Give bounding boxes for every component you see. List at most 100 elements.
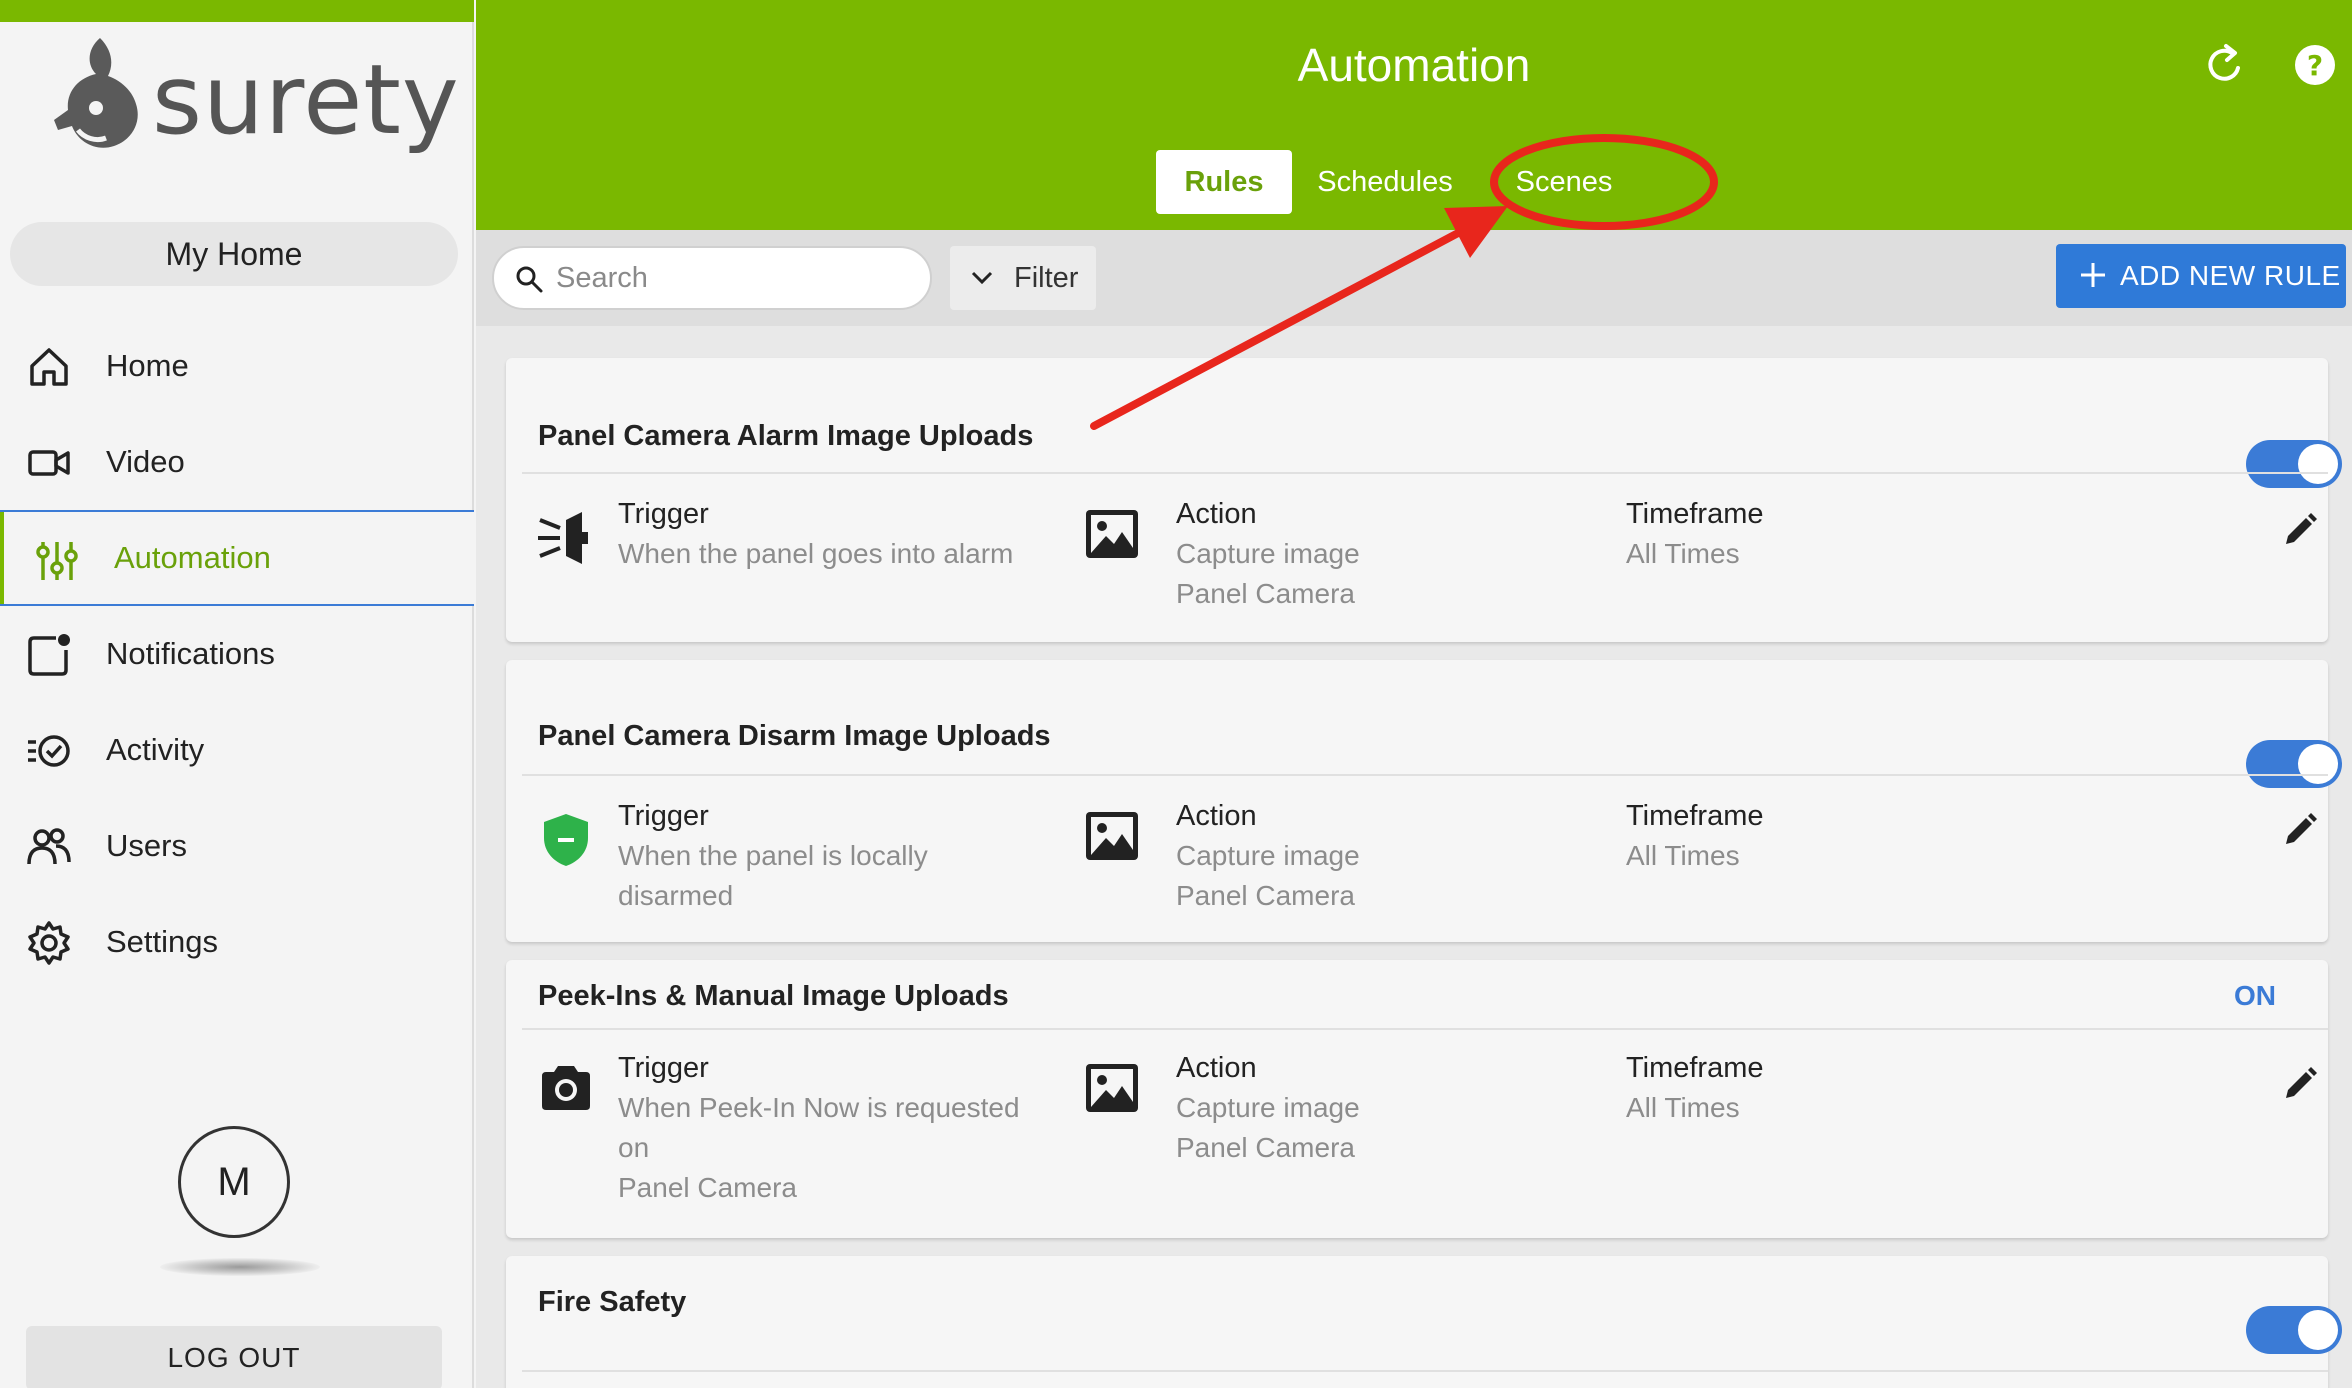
- sidebar: surety My Home Home Video Automation Not…: [0, 0, 474, 1388]
- action-text: Capture image: [1176, 538, 1360, 569]
- gear-icon: [28, 921, 70, 965]
- timeframe-column: Timeframe All Times: [1626, 796, 1764, 876]
- trigger-label: Trigger: [618, 800, 709, 832]
- blurred-username: [160, 1258, 320, 1276]
- action-column: Action Capture image Panel Camera: [1176, 1048, 1360, 1168]
- sidebar-item-label: Notifications: [106, 636, 275, 671]
- users-icon: [27, 828, 71, 865]
- add-new-rule-button[interactable]: ADD NEW RULE: [2056, 244, 2346, 308]
- action-text: Capture image: [1176, 840, 1360, 871]
- logout-button[interactable]: LOG OUT: [26, 1326, 442, 1388]
- divider: [522, 1370, 2328, 1372]
- sidebar-item-automation[interactable]: Automation: [0, 510, 474, 606]
- search-icon: [516, 266, 543, 293]
- rule-title: Fire Safety: [538, 1286, 687, 1318]
- rules-list: Panel Camera Alarm Image Uploads Trigger…: [476, 326, 2352, 1388]
- rule-title: Panel Camera Alarm Image Uploads: [538, 420, 1034, 452]
- image-icon: [1086, 1064, 1138, 1112]
- sidebar-item-home[interactable]: Home: [0, 318, 474, 414]
- sidebar-item-notifications[interactable]: Notifications: [0, 606, 474, 702]
- surety-mascot-icon: [54, 38, 138, 148]
- avatar[interactable]: M: [178, 1126, 290, 1238]
- add-new-rule-label: ADD NEW RULE: [2120, 260, 2341, 291]
- timeframe-text: All Times: [1626, 1092, 1740, 1123]
- edit-icon[interactable]: [2282, 1064, 2320, 1102]
- rule-toggle[interactable]: [2246, 740, 2342, 788]
- timeframe-column: Timeframe All Times: [1626, 1048, 1764, 1128]
- camera-icon: [542, 1066, 590, 1110]
- trigger-text-cont: disarmed: [618, 880, 734, 911]
- rule-card: Peek-Ins & Manual Image Uploads ON Trigg…: [506, 960, 2328, 1238]
- video-icon: [28, 450, 70, 476]
- sidebar-item-activity[interactable]: Activity: [0, 702, 474, 798]
- timeframe-label: Timeframe: [1626, 498, 1764, 530]
- sidebar-item-users[interactable]: Users: [0, 798, 474, 894]
- sliders-icon: [36, 542, 78, 580]
- search-placeholder: Search: [556, 261, 648, 294]
- trigger-device: Panel Camera: [618, 1172, 797, 1203]
- sidebar-item-settings[interactable]: Settings: [0, 894, 474, 990]
- action-device: Panel Camera: [1176, 880, 1355, 911]
- rule-toggle[interactable]: [2246, 440, 2342, 488]
- divider: [522, 1028, 2328, 1030]
- action-text: Capture image: [1176, 1092, 1360, 1123]
- action-column: Action Capture image Panel Camera: [1176, 494, 1360, 614]
- search-input[interactable]: Search: [492, 246, 932, 310]
- tab-scenes[interactable]: Scenes: [1500, 150, 1628, 214]
- rule-title: Panel Camera Disarm Image Uploads: [538, 720, 1051, 752]
- trigger-column: Trigger When Peek-In Now is requested on…: [618, 1048, 1020, 1208]
- divider: [522, 472, 2328, 474]
- divider: [522, 774, 2328, 776]
- refresh-icon[interactable]: [2202, 42, 2248, 88]
- sidebar-item-label: Users: [106, 828, 187, 863]
- action-device: Panel Camera: [1176, 578, 1355, 609]
- sidebar-item-label: Video: [106, 444, 185, 479]
- shield-icon: [544, 814, 588, 866]
- sidebar-nav: Home Video Automation Notifications Acti…: [0, 318, 474, 990]
- siren-icon: [538, 512, 588, 564]
- action-label: Action: [1176, 498, 1257, 530]
- page-title: Automation: [1297, 39, 1531, 91]
- timeframe-label: Timeframe: [1626, 1052, 1764, 1084]
- image-icon: [1086, 812, 1138, 860]
- plus-icon: [2081, 263, 2105, 287]
- sidebar-item-label: Automation: [114, 540, 271, 575]
- sidebar-item-label: Activity: [106, 732, 205, 767]
- toolbar: Search Filter ADD NEW RULE: [476, 230, 2352, 326]
- trigger-text: When Peek-In Now is requested: [618, 1092, 1020, 1123]
- notification-icon: [28, 634, 70, 676]
- edit-icon[interactable]: [2282, 810, 2320, 848]
- status-badge: ON: [2234, 980, 2276, 1011]
- action-device: Panel Camera: [1176, 1132, 1355, 1163]
- tab-schedules[interactable]: Schedules: [1312, 150, 1458, 214]
- filter-button[interactable]: Filter: [950, 246, 1096, 310]
- home-icon: [30, 348, 68, 386]
- logo-wordmark: surety: [152, 44, 460, 156]
- rule-card: Fire Safety: [506, 1256, 2342, 1388]
- header: Automation ? Rules Schedules Scenes: [476, 0, 2352, 230]
- action-label: Action: [1176, 800, 1257, 832]
- edit-icon[interactable]: [2282, 510, 2320, 548]
- help-icon[interactable]: ?: [2292, 42, 2338, 88]
- action-column: Action Capture image Panel Camera: [1176, 796, 1360, 916]
- location-selector[interactable]: My Home: [10, 222, 458, 286]
- rule-toggle[interactable]: [2246, 1306, 2342, 1354]
- image-icon: [1086, 510, 1138, 558]
- trigger-text: When the panel is locally: [618, 840, 928, 871]
- sidebar-top-strip: [0, 0, 474, 22]
- action-label: Action: [1176, 1052, 1257, 1084]
- tab-bar: Rules Schedules Scenes: [1156, 150, 1648, 214]
- timeframe-text: All Times: [1626, 840, 1740, 871]
- rule-title: Peek-Ins & Manual Image Uploads: [538, 980, 1009, 1012]
- rule-card: Panel Camera Alarm Image Uploads Trigger…: [506, 358, 2342, 642]
- tab-rules[interactable]: Rules: [1156, 150, 1292, 214]
- activity-icon: [28, 735, 70, 767]
- timeframe-column: Timeframe All Times: [1626, 494, 1764, 574]
- timeframe-label: Timeframe: [1626, 800, 1764, 832]
- rule-card: Panel Camera Disarm Image Uploads Trigge…: [506, 660, 2342, 942]
- trigger-label: Trigger: [618, 498, 709, 530]
- sidebar-item-video[interactable]: Video: [0, 414, 474, 510]
- surety-logo[interactable]: surety: [48, 34, 459, 164]
- filter-label: Filter: [1014, 261, 1079, 294]
- sidebar-item-label: Settings: [106, 924, 219, 959]
